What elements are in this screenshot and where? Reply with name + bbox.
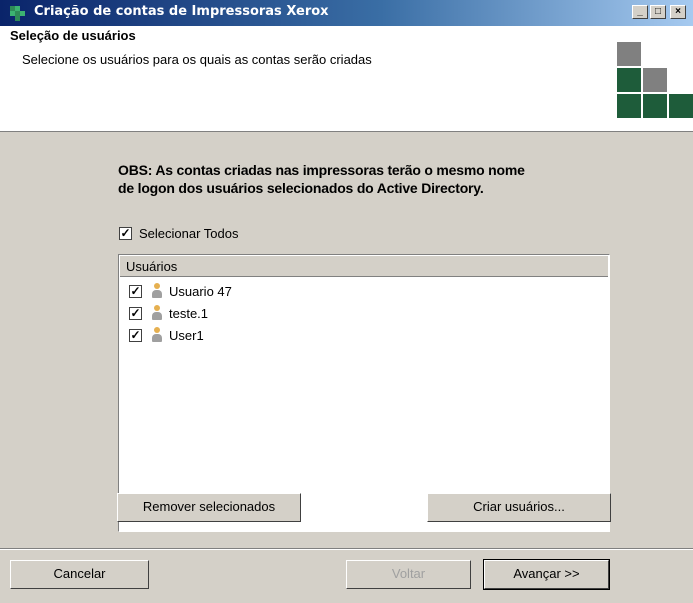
next-button[interactable]: Avançar >> xyxy=(483,559,610,590)
create-users-button[interactable]: Criar usuários... xyxy=(427,493,611,522)
remove-selected-button[interactable]: Remover selecionados xyxy=(117,493,301,522)
obs-line-2: de logon dos usuários selecionados do Ac… xyxy=(118,180,484,196)
user-checkbox[interactable]: ✓ xyxy=(129,307,142,320)
user-icon xyxy=(151,283,163,299)
user-name: teste.1 xyxy=(169,306,209,321)
user-name: Usuario 47 xyxy=(169,284,232,299)
select-all-checkbox[interactable]: ✓ xyxy=(119,227,132,240)
select-all-label[interactable]: Selecionar Todos xyxy=(139,226,239,241)
list-item[interactable]: ✓ User1 xyxy=(127,325,597,347)
back-button[interactable]: Voltar xyxy=(346,560,471,589)
obs-line-1: OBS: As contas criadas nas impressoras t… xyxy=(118,162,525,178)
user-icon xyxy=(151,327,163,343)
close-button[interactable]: × xyxy=(670,5,686,19)
user-checkbox[interactable]: ✓ xyxy=(129,285,142,298)
maximize-button[interactable]: □ xyxy=(650,5,666,19)
column-header-label: Usuários xyxy=(126,259,178,274)
page-title: Seleção de usuários xyxy=(10,28,136,43)
list-item[interactable]: ✓ Usuario 47 xyxy=(127,281,597,303)
user-icon xyxy=(151,305,163,321)
minimize-button[interactable]: _ xyxy=(632,5,648,19)
user-name: User1 xyxy=(169,328,204,343)
users-list[interactable]: Usuários ✓ Usuario 47 ✓ teste.1 ✓ User1 xyxy=(118,254,610,532)
title-bar[interactable]: Criação de contas de Impressoras Xerox _… xyxy=(0,0,693,26)
list-item[interactable]: ✓ teste.1 xyxy=(127,303,597,325)
app-icon xyxy=(10,6,25,21)
obs-note: OBS: As contas criadas nas impressoras t… xyxy=(118,161,638,197)
wizard-header: Seleção de usuários Selecione os usuário… xyxy=(0,26,693,132)
cancel-button[interactable]: Cancelar xyxy=(10,560,149,589)
user-checkbox[interactable]: ✓ xyxy=(129,329,142,342)
window-title: Criação de contas de Impressoras Xerox xyxy=(34,4,329,19)
wizard-window: Criação de contas de Impressoras Xerox _… xyxy=(0,0,693,603)
page-subtitle: Selecione os usuários para os quais as c… xyxy=(22,52,372,67)
xerox-logo-icon xyxy=(617,42,693,120)
footer-divider xyxy=(0,548,693,550)
list-column-header[interactable]: Usuários xyxy=(120,256,608,277)
